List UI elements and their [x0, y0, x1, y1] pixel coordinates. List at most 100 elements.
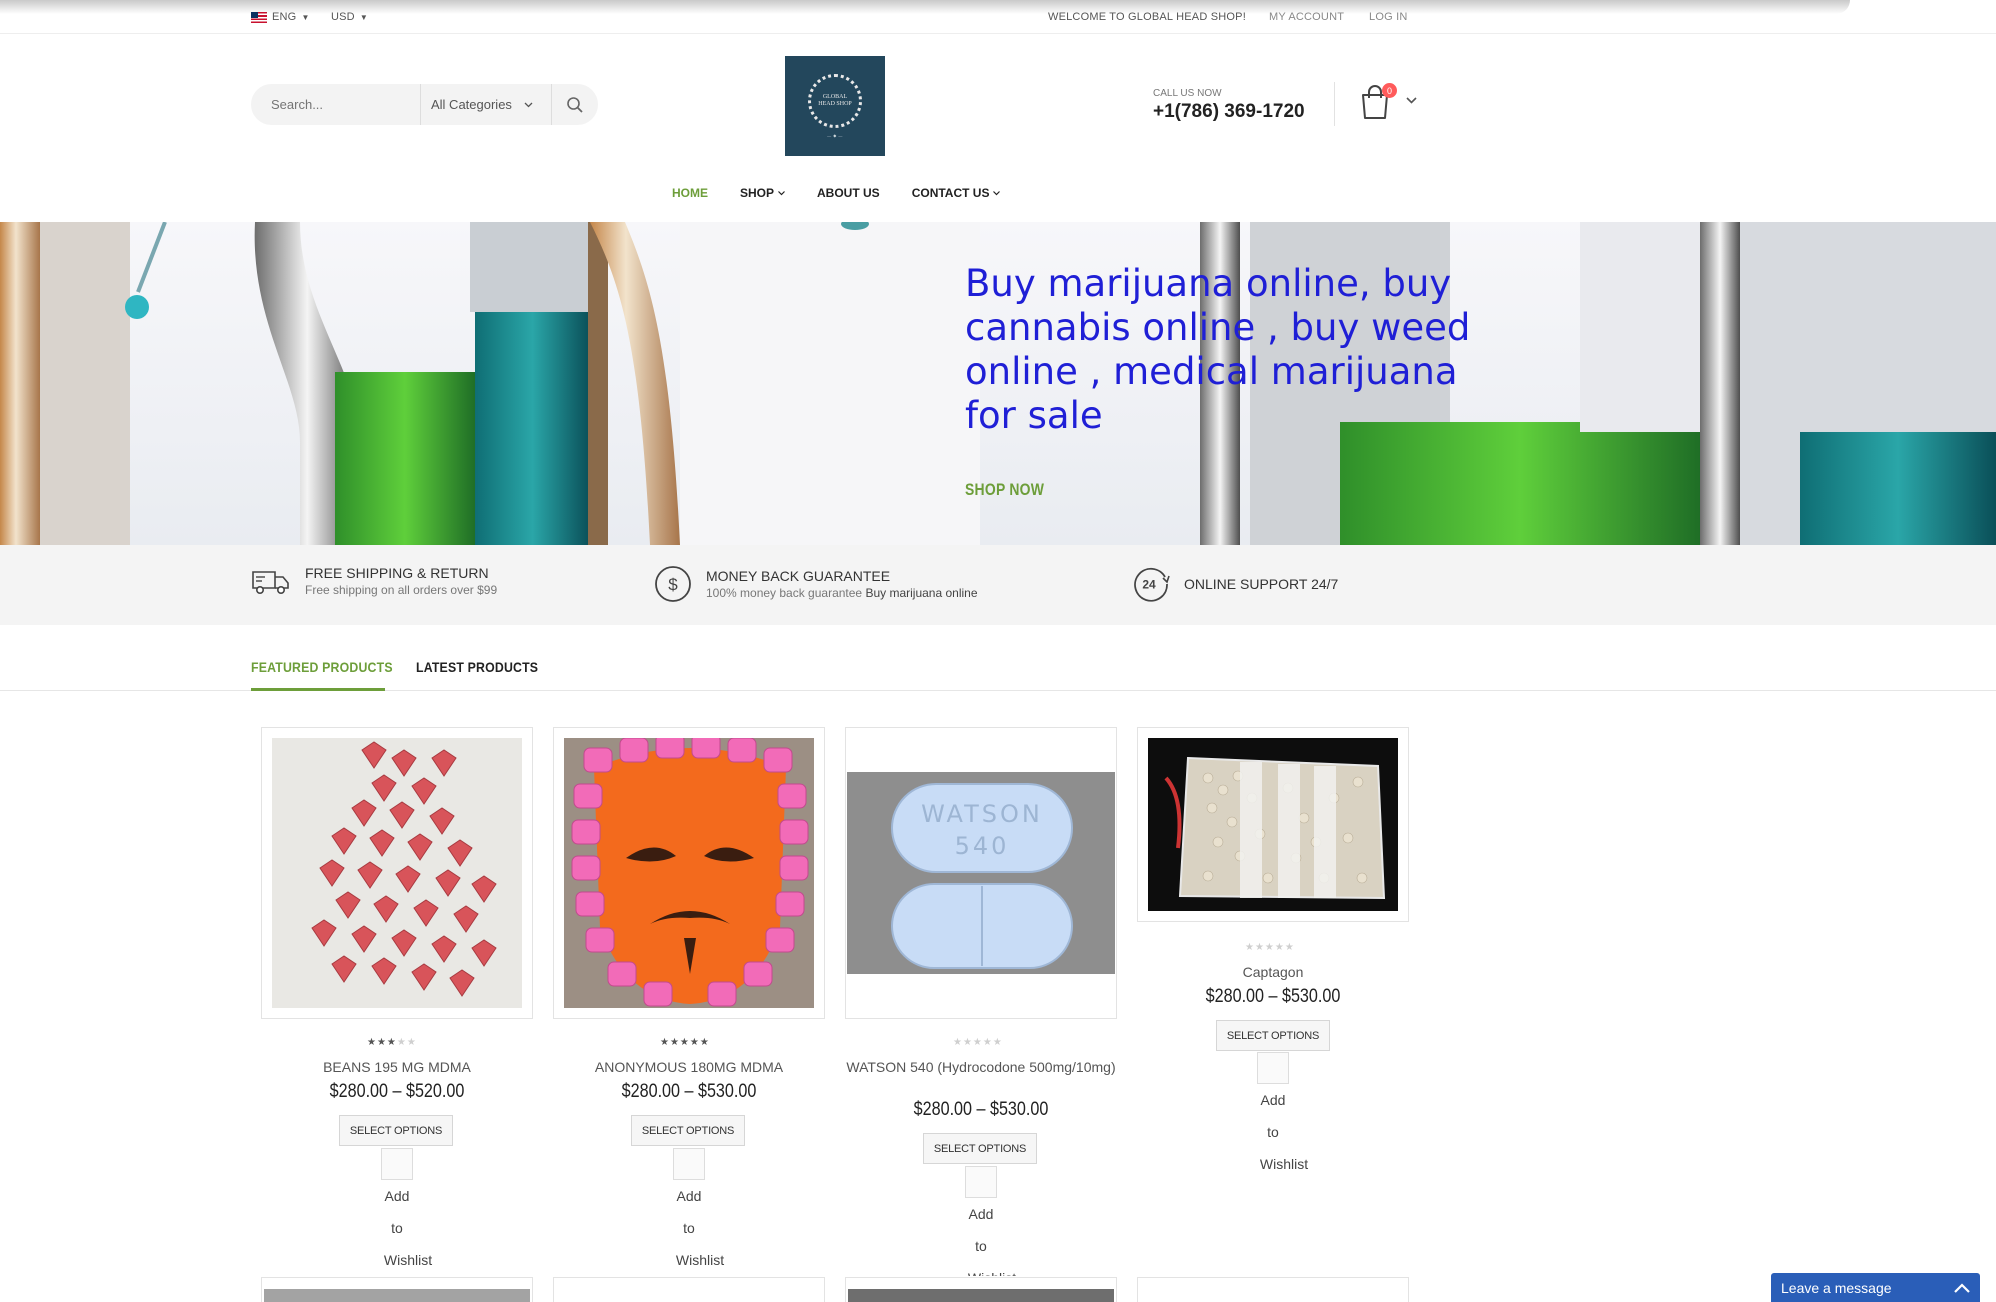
logo-subline: — ◆ —	[827, 133, 843, 138]
wishlist-label[interactable]: Add to Wishlist	[653, 1180, 725, 1276]
pill-imprint-line2: 540	[955, 832, 1010, 860]
product-image-anonymous-mdma[interactable]	[553, 727, 825, 1019]
product-rating: ★★★★★	[953, 1037, 1003, 1048]
feature-money-back: $ MONEY BACK GUARANTEE 100% money back g…	[654, 565, 978, 603]
feature-strip: FREE SHIPPING & RETURN Free shipping on …	[0, 545, 1996, 625]
product-card-partial[interactable]	[1137, 1277, 1409, 1302]
nav-item-contact-us[interactable]: CONTACT US	[912, 186, 1001, 200]
wishlist-word: Wishlist	[383, 1252, 433, 1268]
chevron-down-icon: ▼	[301, 12, 310, 22]
tab-featured-products[interactable]: FEATURED PRODUCTS	[251, 659, 393, 675]
currency-switcher[interactable]: USD ▼	[331, 11, 368, 23]
svg-text:$: $	[668, 575, 678, 594]
product-photo	[264, 1289, 530, 1302]
product-name[interactable]: ANONYMOUS 180MG MDMA	[553, 1059, 825, 1076]
my-account-link[interactable]: MY ACCOUNT	[1269, 11, 1344, 23]
feature-free-shipping: FREE SHIPPING & RETURN Free shipping on …	[251, 565, 497, 597]
svg-text:24: 24	[1142, 578, 1156, 592]
nav-label: ABOUT US	[817, 186, 880, 200]
pill-imprint-line1: WATSON	[921, 800, 1043, 828]
wishlist-label[interactable]: Add to Wishlist	[1237, 1084, 1309, 1180]
product-photo: WATSON 540	[847, 772, 1115, 974]
feature-extra-text: Buy marijuana online	[865, 586, 978, 600]
main-nav: HOME SHOP ABOUT US CONTACT US	[672, 186, 1032, 200]
search-button[interactable]	[552, 84, 598, 125]
wishlist-checkbox[interactable]	[381, 1148, 413, 1180]
wishlist-word: Add	[968, 1206, 994, 1222]
product-card-partial[interactable]	[261, 1277, 533, 1302]
product-name[interactable]: Captagon	[1137, 964, 1409, 981]
feature-online-support: 24 ONLINE SUPPORT 24/7	[1132, 565, 1338, 603]
login-link[interactable]: LOG IN	[1369, 11, 1408, 23]
feature-subtitle: 100% money back guarantee Buy marijuana …	[706, 586, 978, 600]
live-chat-widget[interactable]: Leave a message	[1771, 1273, 1980, 1302]
anonymous-mask-pills-photo	[564, 738, 814, 1008]
select-options-button[interactable]: SELECT OPTIONS	[631, 1115, 745, 1146]
logo-text: GLOBAL HEAD SHOP	[818, 94, 852, 107]
product-image-beans-mdma[interactable]	[261, 727, 533, 1019]
header-divider	[1334, 82, 1335, 126]
language-switcher[interactable]: ENG ▼	[251, 11, 310, 23]
logo-rope-ring: GLOBAL HEAD SHOP	[808, 74, 862, 128]
site-logo[interactable]: GLOBAL HEAD SHOP — ◆ —	[785, 56, 885, 156]
wishlist-checkbox[interactable]	[965, 1166, 997, 1198]
select-options-button[interactable]: SELECT OPTIONS	[339, 1115, 453, 1146]
feature-title: FREE SHIPPING & RETURN	[305, 565, 489, 581]
cart-count-badge: 0	[1382, 83, 1397, 98]
product-price: $280.00 – $530.00	[1205, 986, 1341, 1007]
search-bar: All Categories	[251, 84, 598, 125]
wishlist-word: Wishlist	[675, 1252, 725, 1268]
product-photo	[1148, 738, 1398, 911]
wishlist-label[interactable]: Add to Wishlist	[361, 1180, 433, 1276]
wishlist-checkbox[interactable]	[673, 1148, 705, 1180]
feature-title: ONLINE SUPPORT 24/7	[1184, 576, 1339, 592]
product-image-captagon[interactable]	[1137, 727, 1409, 922]
product-rating: ★★★★★	[1245, 942, 1295, 953]
tab-latest-products[interactable]: LATEST PRODUCTS	[416, 659, 538, 675]
select-options-button[interactable]: SELECT OPTIONS	[923, 1133, 1037, 1164]
chevron-down-icon[interactable]	[1406, 96, 1417, 107]
wishlist-label[interactable]: Add to Wishlist	[945, 1198, 1017, 1276]
select-options-button[interactable]: SELECT OPTIONS	[1216, 1020, 1330, 1051]
chevron-down-icon: ▼	[359, 12, 368, 22]
feature-subtitle: Free shipping on all orders over $99	[305, 583, 498, 597]
category-label: All Categories	[431, 97, 512, 112]
product-photo	[564, 738, 814, 1008]
watson-pills-photo: WATSON 540	[847, 772, 1115, 974]
captagon-bag-photo	[1148, 738, 1398, 911]
wishlist-word: Wishlist	[1259, 1156, 1309, 1172]
currency-label: USD	[331, 11, 355, 23]
product-card-partial[interactable]	[553, 1277, 825, 1302]
top-bar: ENG ▼ USD ▼ WELCOME TO GLOBAL HEAD SHOP!…	[0, 0, 1996, 34]
wishlist-word: Add	[384, 1188, 410, 1204]
wishlist-word: to	[975, 1238, 987, 1254]
support-24-icon: 24	[1134, 567, 1170, 602]
shop-now-button[interactable]: SHOP NOW	[965, 480, 1044, 500]
red-pills-photo	[272, 738, 522, 1008]
product-image-watson-540[interactable]: WATSON 540	[845, 727, 1117, 1019]
nav-label: HOME	[672, 186, 708, 200]
wishlist-word: Add	[676, 1188, 702, 1204]
chat-label: Leave a message	[1781, 1279, 1892, 1296]
wishlist-checkbox[interactable]	[1257, 1052, 1289, 1084]
hero-headline: Buy marijuana online, buy cannabis onlin…	[965, 262, 1471, 437]
product-card-partial[interactable]	[845, 1277, 1117, 1302]
active-tab-underline	[251, 688, 385, 691]
phone-number[interactable]: +1(786) 369-1720	[1153, 101, 1305, 123]
nav-item-shop[interactable]: SHOP	[740, 186, 785, 200]
search-input[interactable]	[251, 84, 420, 125]
wishlist-word: to	[391, 1220, 403, 1236]
feature-title: MONEY BACK GUARANTEE	[706, 568, 891, 584]
nav-item-home[interactable]: HOME	[672, 186, 708, 200]
wishlist-word: Add	[1260, 1092, 1286, 1108]
category-select[interactable]: All Categories	[421, 84, 551, 125]
us-flag-icon	[251, 11, 267, 23]
nav-item-about-us[interactable]: ABOUT US	[817, 186, 880, 200]
chevron-up-icon	[1954, 1282, 1970, 1293]
feature-subtitle-text: 100% money back guarantee	[706, 586, 863, 600]
product-name[interactable]: BEANS 195 MG MDMA	[261, 1059, 533, 1076]
product-name[interactable]: WATSON 540 (Hydrocodone 500mg/10mg)	[845, 1059, 1117, 1076]
product-rating: ★★★★★	[660, 1037, 710, 1048]
nav-label: SHOP	[740, 186, 775, 200]
call-label: CALL US NOW	[1153, 88, 1222, 99]
